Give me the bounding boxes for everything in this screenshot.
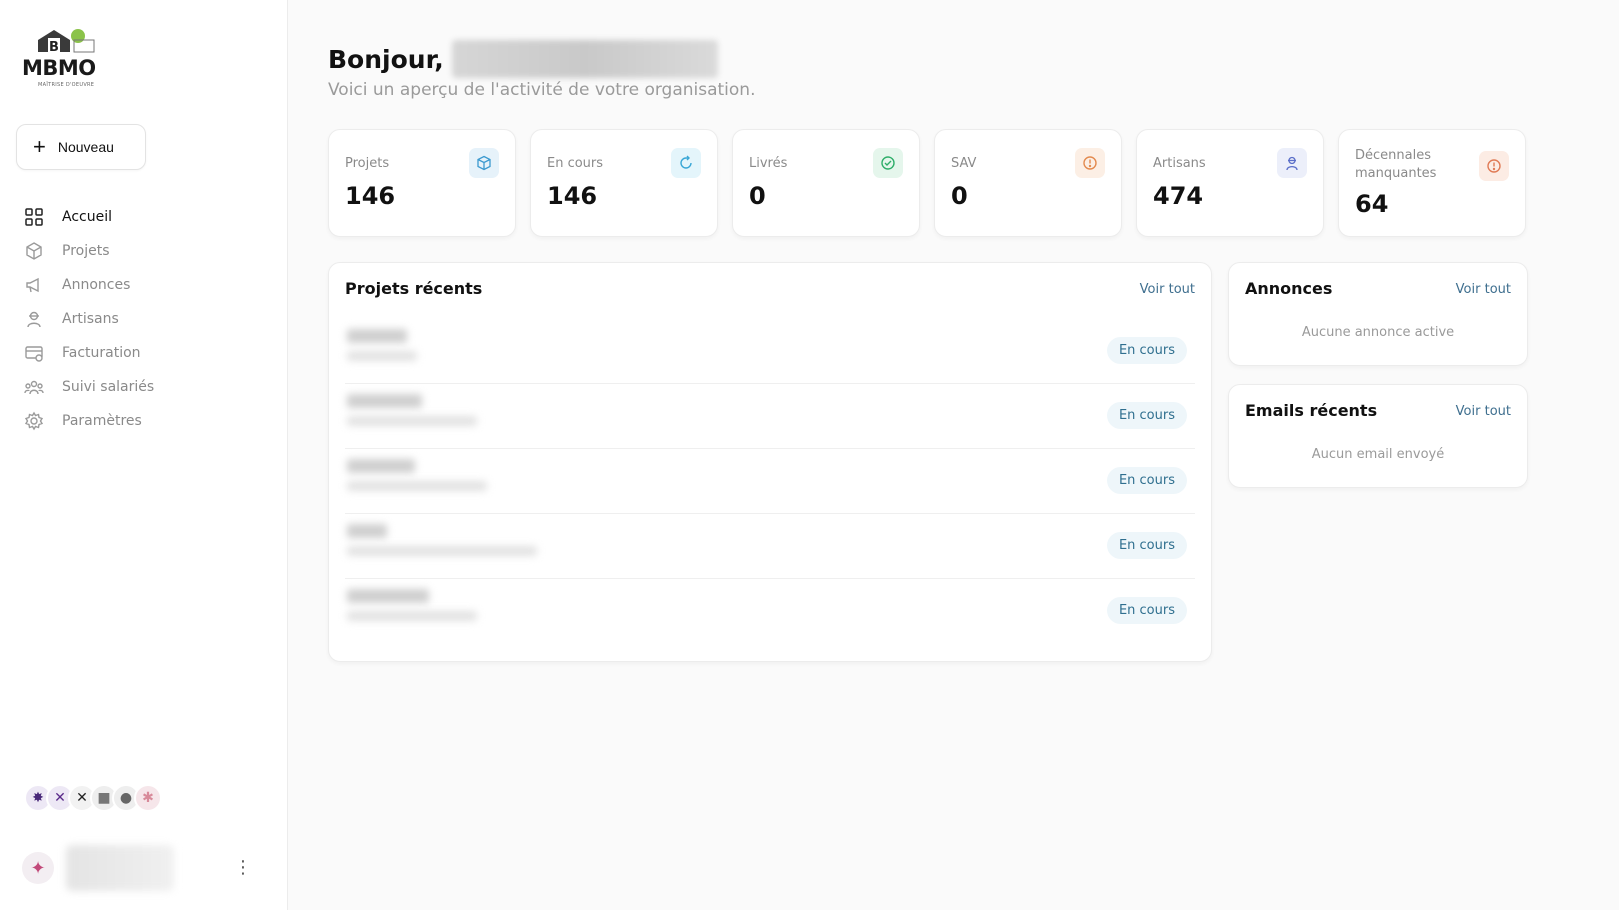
- stats-row: Projets 146 En cours 146 Livrés 0 SAV 0 …: [328, 129, 1526, 237]
- new-button-label: Nouveau: [57, 139, 114, 155]
- grid-icon: [25, 208, 43, 226]
- logo[interactable]: B MBMO MAÎTRISE D'OEUVRE: [22, 26, 110, 90]
- sidebar-item-label: Projets: [62, 243, 110, 259]
- refresh-icon: [671, 148, 701, 178]
- stat-value: 0: [951, 182, 968, 210]
- announcements-card: Annonces Voir tout Aucune annonce active: [1228, 262, 1528, 366]
- logo-text: MBMO: [22, 56, 96, 80]
- table-row[interactable]: En cours: [345, 319, 1195, 384]
- recent-emails-card: Emails récents Voir tout Aucun email env…: [1228, 384, 1528, 488]
- cube-icon: [469, 148, 499, 178]
- card-title: Annonces: [1245, 279, 1333, 298]
- user-name-redacted: [66, 845, 174, 891]
- stat-card-artisans[interactable]: Artisans 474: [1136, 129, 1324, 237]
- stat-label: Projets: [345, 156, 390, 171]
- team-icon: [24, 380, 44, 395]
- sidebar-item-parametres[interactable]: Paramètres: [24, 404, 264, 438]
- table-row[interactable]: En cours: [345, 384, 1195, 449]
- card-title: Projets récents: [345, 279, 483, 298]
- stat-card-decennales[interactable]: Décennales manquantes 64: [1338, 129, 1526, 237]
- sidebar-item-projets[interactable]: Projets: [24, 234, 264, 268]
- see-all-link[interactable]: Voir tout: [1456, 404, 1511, 419]
- avatar: ✦: [22, 852, 54, 884]
- status-badge: En cours: [1106, 597, 1187, 624]
- status-badge: En cours: [1106, 532, 1187, 559]
- sidebar-item-label: Accueil: [62, 209, 112, 225]
- stat-value: 64: [1355, 190, 1389, 218]
- greeting: Bonjour,: [328, 40, 718, 78]
- empty-state: Aucune annonce active: [1301, 325, 1455, 340]
- table-row[interactable]: En cours: [345, 449, 1195, 514]
- project-name-redacted: [347, 589, 537, 633]
- sidebar-item-label: Annonces: [62, 277, 131, 293]
- card-title: Emails récents: [1245, 401, 1378, 420]
- gear-icon: [24, 411, 44, 431]
- project-name-redacted: [347, 394, 537, 438]
- plus-icon: +: [33, 134, 46, 159]
- sidebar-item-label: Suivi salariés: [62, 379, 155, 395]
- user-name-redacted: [451, 40, 718, 78]
- invoice-icon: [25, 346, 43, 362]
- empty-state: Aucun email envoyé: [1311, 447, 1445, 462]
- stat-label: En cours: [547, 156, 604, 171]
- cube-icon: [26, 242, 42, 260]
- stat-card-livres[interactable]: Livrés 0: [732, 129, 920, 237]
- stat-label: Livrés: [749, 156, 788, 171]
- sidebar-nav: Accueil Projets Annonces Artisans Factur…: [24, 200, 264, 438]
- project-name-redacted: [347, 459, 537, 503]
- see-all-link[interactable]: Voir tout: [1456, 282, 1511, 297]
- stat-card-sav[interactable]: SAV 0: [934, 129, 1122, 237]
- worker-icon: [27, 311, 41, 328]
- sidebar-item-accueil[interactable]: Accueil: [24, 200, 264, 234]
- user-profile[interactable]: ✦ ⋮: [22, 844, 262, 892]
- sidebar-item-label: Facturation: [62, 345, 141, 361]
- stat-value: 146: [547, 182, 598, 210]
- sidebar-item-suivi-salaries[interactable]: Suivi salariés: [24, 370, 264, 404]
- status-badge: En cours: [1106, 467, 1187, 494]
- stat-label: Décennales manquantes: [1355, 148, 1437, 181]
- stat-label: Artisans: [1153, 156, 1206, 171]
- stat-value: 0: [749, 182, 766, 210]
- new-button[interactable]: + Nouveau: [16, 124, 146, 170]
- check-circle-icon: [873, 148, 903, 178]
- alert-circle-icon: [1479, 151, 1509, 181]
- sidebar-item-artisans[interactable]: Artisans: [24, 302, 264, 336]
- asterisk-icon: ✱: [134, 784, 162, 812]
- recent-projects-card: Projets récents Voir tout En cours En co…: [328, 262, 1212, 662]
- stat-card-projets[interactable]: Projets 146: [328, 129, 516, 237]
- stat-value: 146: [345, 182, 396, 210]
- project-name-redacted: [347, 329, 537, 373]
- page-subtitle: Voici un aperçu de l'activité de votre o…: [328, 80, 756, 100]
- stat-card-en-cours[interactable]: En cours 146: [530, 129, 718, 237]
- sidebar-item-facturation[interactable]: Facturation: [24, 336, 264, 370]
- project-name-redacted: [347, 524, 537, 568]
- sidebar-item-annonces[interactable]: Annonces: [24, 268, 264, 302]
- table-row[interactable]: En cours: [345, 579, 1195, 644]
- alert-circle-icon: [1075, 148, 1105, 178]
- status-badge: En cours: [1106, 337, 1187, 364]
- greeting-text: Bonjour,: [328, 44, 444, 74]
- sidebar-item-label: Paramètres: [62, 413, 142, 429]
- stat-value: 474: [1153, 182, 1204, 210]
- sidebar-item-label: Artisans: [62, 311, 119, 327]
- integrations-row[interactable]: ✸ ✕ ✕ ■ ● ✱: [24, 784, 162, 812]
- worker-icon: [1277, 148, 1307, 178]
- table-row[interactable]: En cours: [345, 514, 1195, 579]
- sidebar: B MBMO MAÎTRISE D'OEUVRE + Nouveau Accue…: [0, 0, 288, 910]
- more-vertical-icon[interactable]: ⋮: [234, 859, 252, 877]
- status-badge: En cours: [1106, 402, 1187, 429]
- stat-label: SAV: [951, 156, 977, 171]
- house-logo-icon: B: [38, 29, 95, 55]
- svg-text:B: B: [49, 40, 59, 55]
- megaphone-icon: [26, 277, 39, 293]
- logo-subtext: MAÎTRISE D'OEUVRE: [38, 82, 95, 88]
- see-all-link[interactable]: Voir tout: [1140, 282, 1195, 297]
